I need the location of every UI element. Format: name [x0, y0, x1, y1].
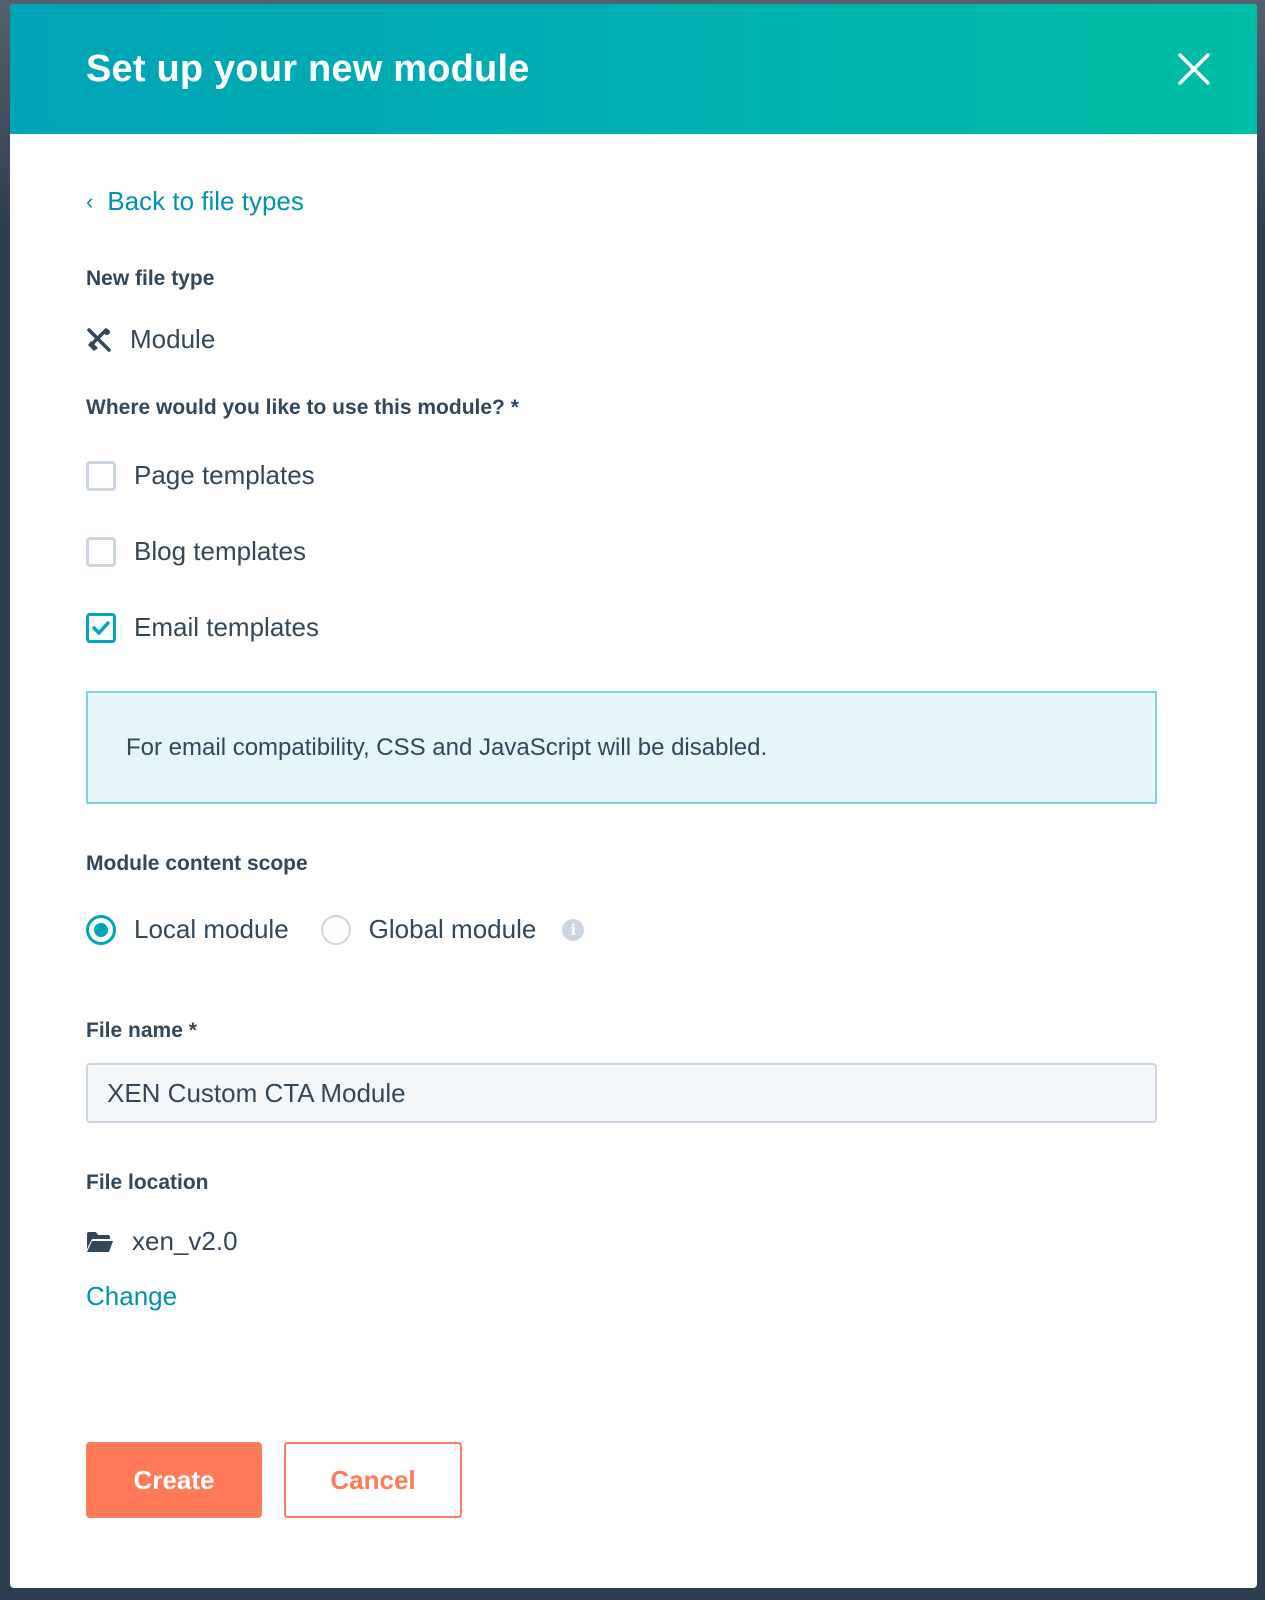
new-module-dialog: Set up your new module ‹ Back to file ty…: [10, 4, 1257, 1588]
checkbox-box[interactable]: [86, 612, 116, 643]
email-compatibility-notice: For email compatibility, CSS and JavaScr…: [86, 691, 1157, 804]
back-link-label: Back to file types: [107, 186, 304, 216]
scope-label: Module content scope: [86, 852, 308, 875]
tools-icon: [87, 327, 111, 352]
folder-open-icon: [87, 1231, 113, 1252]
file-name-label: File name *: [86, 1019, 197, 1042]
checkbox-box[interactable]: [86, 460, 116, 491]
scope-radio-group: Local module Global module i: [86, 914, 585, 945]
chevron-left-icon: ‹: [86, 188, 94, 214]
usage-label: Where would you like to use this module?…: [86, 396, 519, 419]
close-icon: [1178, 53, 1210, 85]
checkbox-email-templates[interactable]: Email templates: [86, 612, 319, 643]
checkbox-label: Page templates: [134, 460, 315, 490]
radio-button[interactable]: [320, 914, 351, 945]
create-button[interactable]: Create: [86, 1442, 262, 1518]
info-icon[interactable]: i: [562, 918, 585, 941]
checkbox-label: Blog templates: [134, 536, 306, 566]
file-location-value: xen_v2.0: [86, 1226, 238, 1257]
checkbox-label: Email templates: [134, 612, 319, 642]
checkbox-box[interactable]: [86, 536, 116, 567]
radio-label: Global module: [368, 914, 537, 944]
folder-name: xen_v2.0: [132, 1226, 238, 1256]
checkbox-blog-templates[interactable]: Blog templates: [86, 536, 306, 567]
notice-text: For email compatibility, CSS and JavaScr…: [126, 733, 768, 761]
cancel-button[interactable]: Cancel: [284, 1442, 462, 1518]
file-type-value: Module: [86, 324, 215, 355]
radio-local-module[interactable]: Local module: [86, 914, 289, 945]
radio-button[interactable]: [86, 914, 116, 945]
radio-label: Local module: [134, 914, 289, 944]
radio-global-module[interactable]: Global module: [320, 914, 537, 945]
back-to-file-types-link[interactable]: ‹ Back to file types: [86, 186, 304, 217]
dialog-title: Set up your new module: [86, 48, 530, 90]
file-name-input[interactable]: [86, 1063, 1157, 1123]
file-location-label: File location: [86, 1171, 209, 1194]
dialog-header: Set up your new module: [10, 4, 1257, 134]
checkmark-icon: [92, 620, 110, 635]
file-type-name: Module: [130, 324, 216, 354]
close-button[interactable]: [1177, 52, 1211, 86]
new-file-type-label: New file type: [86, 267, 215, 290]
change-location-link[interactable]: Change: [86, 1281, 177, 1312]
checkbox-page-templates[interactable]: Page templates: [86, 460, 315, 491]
